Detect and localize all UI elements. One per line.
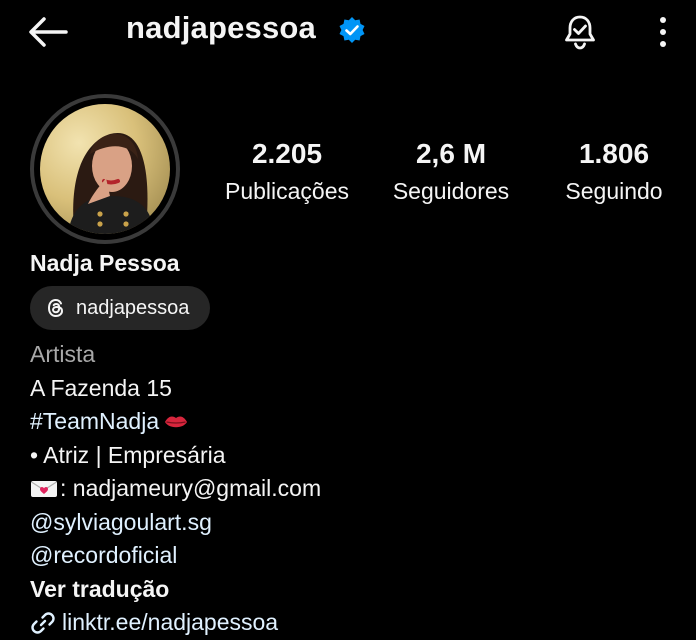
threads-handle: nadjapessoa bbox=[76, 296, 190, 319]
bio-email: : nadjameury@gmail.com bbox=[60, 475, 322, 501]
bio-category: Artista bbox=[30, 341, 96, 367]
external-link[interactable]: linktr.ee/nadjapessoa bbox=[30, 606, 321, 640]
posts-count: 2.205 bbox=[251, 138, 323, 169]
threads-icon bbox=[47, 298, 64, 318]
display-name: Nadja Pessoa bbox=[30, 250, 180, 276]
following-label: Seguindo bbox=[565, 178, 663, 204]
avatar-photo bbox=[40, 104, 170, 234]
bio-hashtag-line: #TeamNadja bbox=[30, 405, 321, 439]
kiss-mark-icon bbox=[165, 416, 188, 428]
followers-count: 2,6 M bbox=[415, 138, 487, 169]
avatar-portrait-illustration bbox=[68, 132, 154, 234]
stat-posts[interactable]: 2.205 Publicações bbox=[212, 138, 362, 205]
profile-username: nadjapessoa bbox=[126, 10, 317, 45]
external-link-text: linktr.ee/nadjapessoa bbox=[62, 609, 279, 635]
link-icon bbox=[31, 612, 55, 634]
verified-badge-icon bbox=[339, 17, 365, 43]
notification-bell-icon[interactable] bbox=[560, 12, 600, 52]
bio-line: A Fazenda 15 bbox=[30, 374, 172, 401]
back-arrow-icon[interactable] bbox=[26, 14, 70, 50]
stat-following[interactable]: 1.806 Seguindo bbox=[546, 138, 682, 205]
stat-followers[interactable]: 2,6 M Seguidores bbox=[378, 138, 524, 205]
see-translation-button[interactable]: Ver tradução bbox=[30, 573, 321, 607]
bio-email-line: : nadjameury@gmail.com bbox=[30, 472, 321, 506]
love-letter-icon bbox=[31, 481, 57, 497]
profile-bio: Artista A Fazenda 15 #TeamNadja • Atriz … bbox=[30, 338, 321, 640]
mention-link-recordoficial[interactable]: @recordoficial bbox=[30, 539, 321, 573]
hashtag-link[interactable]: #TeamNadja bbox=[30, 408, 159, 434]
bio-line: • Atriz | Empresária bbox=[30, 441, 226, 468]
top-bar: nadjapessoa bbox=[0, 0, 696, 64]
followers-label: Seguidores bbox=[392, 178, 510, 204]
threads-profile-button[interactable]: nadjapessoa bbox=[30, 286, 210, 330]
mention-link-sylviagoulart[interactable]: @sylviagoulart.sg bbox=[30, 506, 321, 540]
profile-avatar[interactable] bbox=[30, 94, 180, 244]
more-options-icon[interactable] bbox=[648, 12, 678, 52]
following-count: 1.806 bbox=[578, 138, 650, 169]
posts-label: Publicações bbox=[224, 178, 350, 204]
